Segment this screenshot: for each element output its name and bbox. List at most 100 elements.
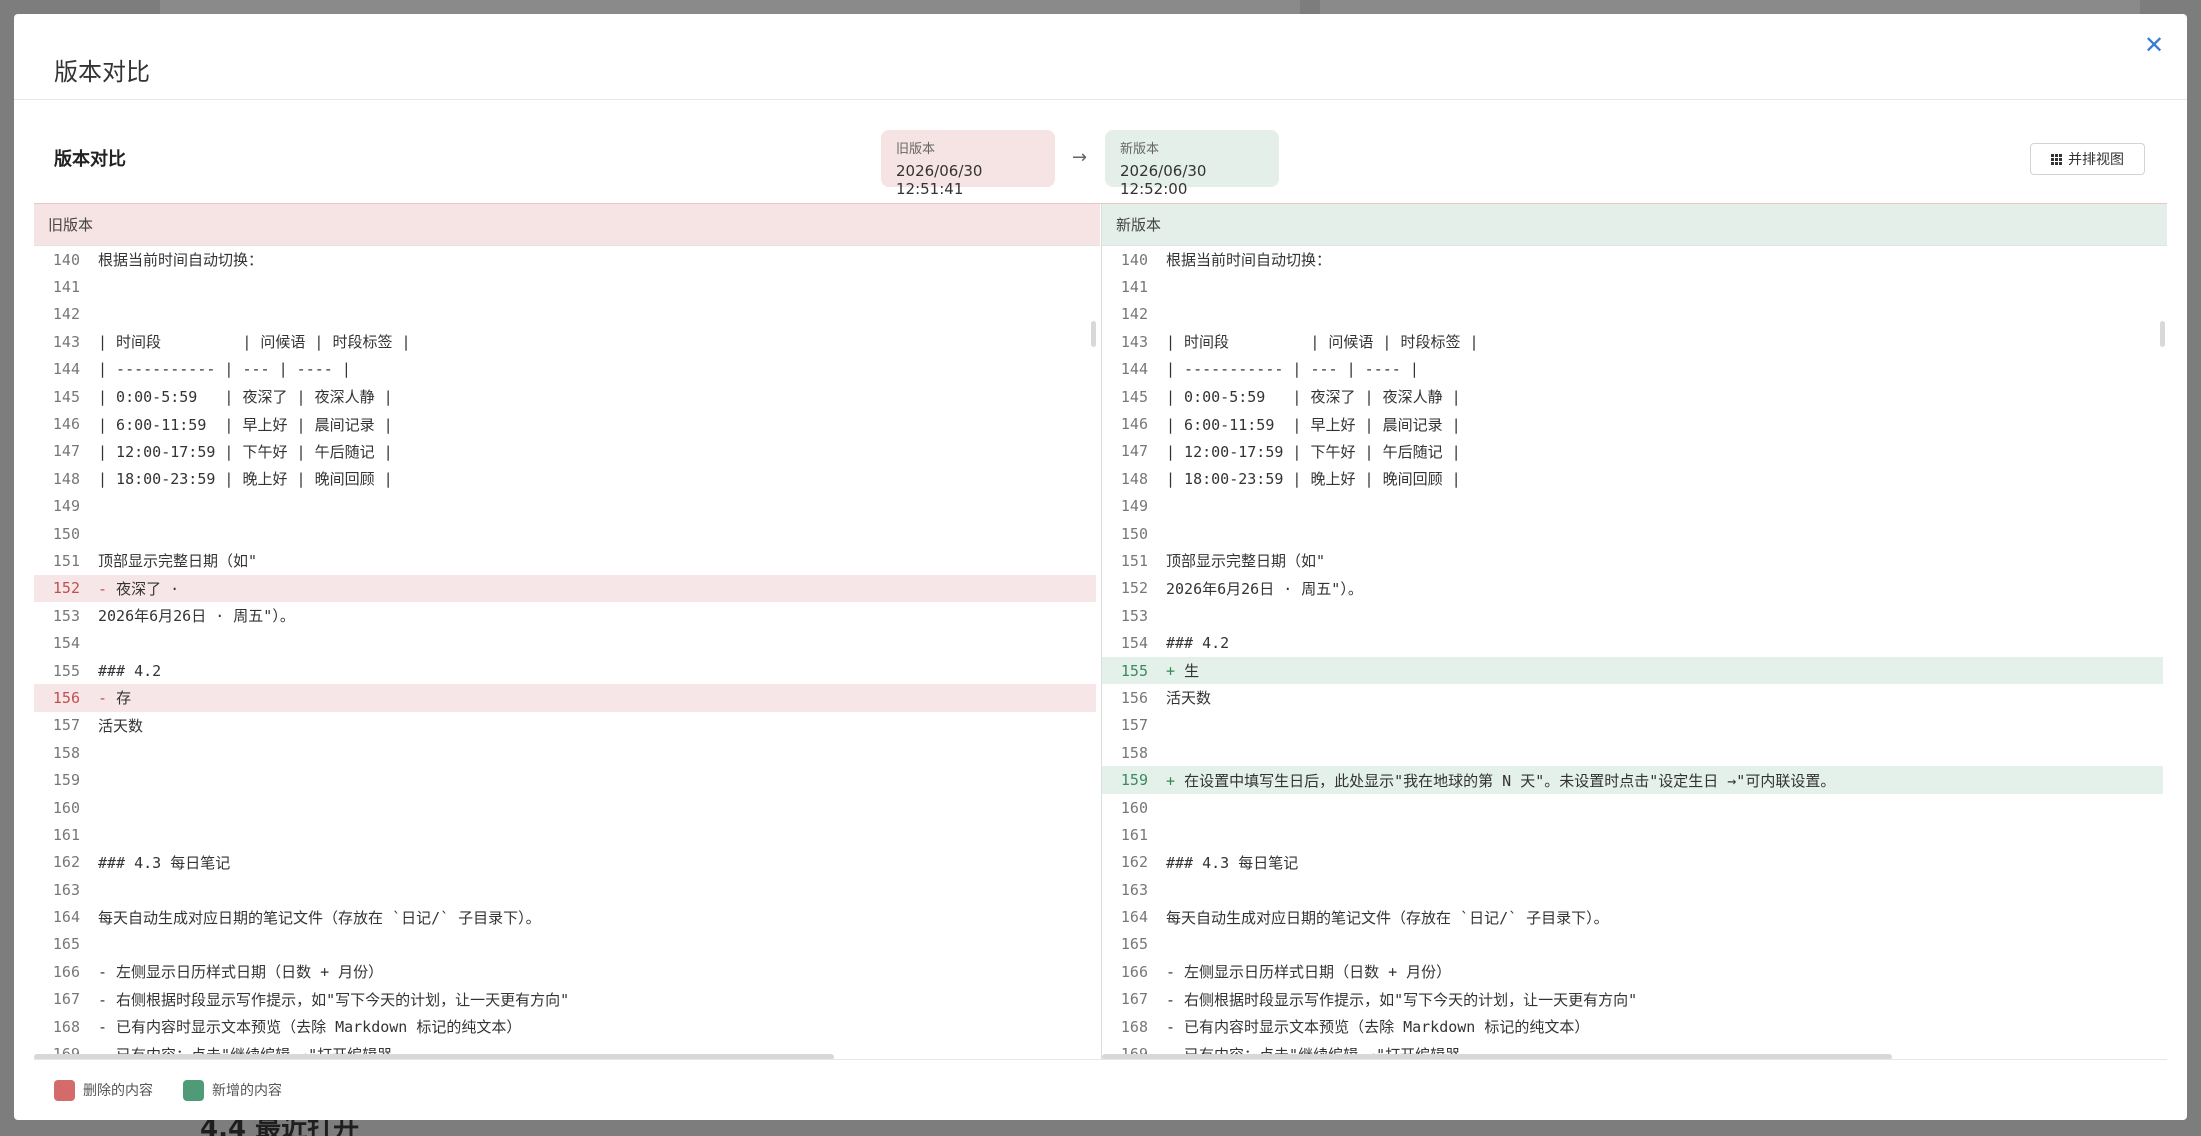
diff-line: 143 | 时间段 | 问候语 | 时段标签 | xyxy=(1102,328,2167,355)
old-pane-vertical-scrollbar[interactable] xyxy=(1091,321,1096,347)
deleted-swatch xyxy=(54,1079,75,1101)
line-number: 154 xyxy=(52,634,80,653)
toolbar-title: 版本对比 xyxy=(54,149,126,170)
line-number: 168 xyxy=(52,1017,80,1036)
legend-added: 新增的内容 xyxy=(183,1079,282,1101)
line-number: 151 xyxy=(1120,551,1148,570)
line-number: 149 xyxy=(1120,497,1148,516)
backdrop-bar xyxy=(1320,0,2140,14)
compare-toolbar: 版本对比 旧版本 2026/06/30 12:51:41 → 新版本 2026/… xyxy=(34,101,2167,202)
line-text: - 已有内容时显示文本预览（去除 Markdown 标记的纯文本） xyxy=(98,1018,522,1037)
new-pane-lines: 140 根据当前时间自动切换： 141 142 143 | 时间段 | 问候语 | 时段标… xyxy=(1102,246,2167,1060)
line-text: | 0:00-5:59 | 夜深了 | 夜深人静 | xyxy=(1166,388,1461,407)
line-number: 162 xyxy=(1120,853,1148,872)
minus-marker: - xyxy=(98,689,108,708)
new-version-card: 新版本 2026/06/30 12:52:00 xyxy=(1105,130,1279,198)
diff-line: 140 根据当前时间自动切换： xyxy=(34,246,1100,273)
line-number: 166 xyxy=(52,962,80,981)
side-by-side-view-button[interactable]: 并排视图 xyxy=(2030,143,2145,175)
line-text: | 18:00-23:59 | 晚上好 | 晚间回顾 | xyxy=(98,470,393,489)
old-version-card: 旧版本 2026/06/30 12:51:41 xyxy=(881,130,1055,198)
legend-added-label: 新增的内容 xyxy=(212,1083,282,1099)
line-text: - 已有内容时显示文本预览（去除 Markdown 标记的纯文本） xyxy=(1166,1018,1590,1037)
diff-line: 149 xyxy=(1102,493,2167,520)
diff-line: 145 | 0:00-5:59 | 夜深了 | 夜深人静 | xyxy=(1102,383,2167,410)
diff-line: 165 xyxy=(1102,931,2167,958)
diff-line: 144 | ----------- | --- | ---- | xyxy=(1102,356,2167,383)
line-text: ### 4.2 xyxy=(1166,634,1230,653)
diff-line: 162 ### 4.3 每日笔记 xyxy=(34,849,1100,876)
line-number: 160 xyxy=(52,798,80,817)
line-text: | 时间段 | 问候语 | 时段标签 | xyxy=(1166,333,1479,352)
line-text: | 0:00-5:59 | 夜深了 | 夜深人静 | xyxy=(98,388,393,407)
line-text: | 12:00-17:59 | 下午好 | 午后随记 | xyxy=(1166,442,1461,461)
line-number: 166 xyxy=(1120,962,1148,981)
line-number: 164 xyxy=(1120,908,1148,927)
line-number: 159 xyxy=(52,771,80,790)
diff-line: 150 xyxy=(34,520,1100,547)
diff-line: 164 每天自动生成对应日期的笔记文件（存放在 `日记/` 子目录下）。 xyxy=(34,903,1100,930)
old-version-pane[interactable]: 旧版本 140 根据当前时间自动切换： 141 142 143 | 时间段 | 问候语 |… xyxy=(34,204,1100,1060)
line-text: 夜深了 · xyxy=(116,579,180,598)
diff-line: 164 每天自动生成对应日期的笔记文件（存放在 `日记/` 子目录下）。 xyxy=(1102,903,2167,930)
diff-line: 151 顶部显示完整日期（如" xyxy=(1102,547,2167,574)
diff-line: 163 xyxy=(1102,876,2167,903)
line-number: 161 xyxy=(52,825,80,844)
line-text: 存 xyxy=(116,689,132,708)
line-number: 159 xyxy=(1120,771,1148,790)
grid-icon xyxy=(2051,153,2062,165)
minus-marker: - xyxy=(98,579,108,598)
line-text: ### 4.3 每日笔记 xyxy=(98,853,231,872)
diff-line: 140 根据当前时间自动切换： xyxy=(1102,246,2167,273)
line-text: 根据当前时间自动切换： xyxy=(98,251,264,270)
diff-line: 143 | 时间段 | 问候语 | 时段标签 | xyxy=(34,328,1100,355)
new-pane-header: 新版本 xyxy=(1102,204,2167,246)
line-text: | 6:00-11:59 | 早上好 | 晨间记录 | xyxy=(1166,415,1461,434)
diff-line: 166 - 左侧显示日历样式日期（日数 + 月份） xyxy=(34,958,1100,985)
line-number: 143 xyxy=(52,332,80,351)
line-text: 在设置中填写生日后，此处显示"我在地球的第 N 天"。未设置时点击"设定生日 →… xyxy=(1184,771,1836,790)
close-icon[interactable]: ✕ xyxy=(2139,30,2169,60)
diff-line: 145 | 0:00-5:59 | 夜深了 | 夜深人静 | xyxy=(34,383,1100,410)
diff-line: 150 xyxy=(1102,520,2167,547)
version-compare-modal: 版本对比 ✕ 版本对比 旧版本 2026/06/30 12:51:41 → 新版… xyxy=(14,14,2187,1120)
line-number: 142 xyxy=(1120,305,1148,324)
modal-header: 版本对比 ✕ xyxy=(14,14,2187,100)
diff-line: 144 | ----------- | --- | ---- | xyxy=(34,356,1100,383)
diff-line: 153 xyxy=(1102,602,2167,629)
line-text: 每天自动生成对应日期的笔记文件（存放在 `日记/` 子目录下）。 xyxy=(1166,908,1609,927)
diff-line: 161 xyxy=(34,821,1100,848)
line-number: 147 xyxy=(1120,442,1148,461)
added-line: 159 + 在设置中填写生日后，此处显示"我在地球的第 N 天"。未设置时点击"设… xyxy=(1102,766,2163,794)
line-number: 163 xyxy=(52,880,80,899)
new-pane-vertical-scrollbar[interactable] xyxy=(2160,321,2165,347)
line-text: | 时间段 | 问候语 | 时段标签 | xyxy=(98,333,411,352)
line-text: | 12:00-17:59 | 下午好 | 午后随记 | xyxy=(98,442,393,461)
line-number: 167 xyxy=(1120,990,1148,1009)
line-number: 154 xyxy=(1120,634,1148,653)
line-number: 150 xyxy=(52,524,80,543)
line-text: | ----------- | --- | ---- | xyxy=(98,360,351,379)
line-text: ### 4.2 xyxy=(98,661,162,680)
diff-line: 167 - 右侧根据时段显示写作提示，如"写下今天的计划，让一天更有方向" xyxy=(34,986,1100,1013)
line-number: 146 xyxy=(52,415,80,434)
diff-line: 142 xyxy=(34,301,1100,328)
line-number: 149 xyxy=(52,497,80,516)
line-text: 顶部显示完整日期（如" xyxy=(98,552,258,571)
old-pane-lines: 140 根据当前时间自动切换： 141 142 143 | 时间段 | 问候语 | 时段标… xyxy=(34,246,1100,1060)
new-version-pane[interactable]: 新版本 140 根据当前时间自动切换： 141 142 143 | 时间段 | 问候语 |… xyxy=(1101,204,2167,1060)
added-line: 155 + 生 xyxy=(1102,656,2163,685)
line-text: - 左侧显示日历样式日期（日数 + 月份） xyxy=(1166,963,1452,982)
line-number: 156 xyxy=(1120,688,1148,707)
new-version-label: 新版本 xyxy=(1120,142,1160,157)
line-number: 163 xyxy=(1120,880,1148,899)
diff-line: 146 | 6:00-11:59 | 早上好 | 晨间记录 | xyxy=(1102,410,2167,437)
old-pane-header: 旧版本 xyxy=(34,204,1100,246)
diff-line: 162 ### 4.3 每日笔记 xyxy=(1102,849,2167,876)
diff-line: 155 ### 4.2 xyxy=(34,657,1100,684)
line-number: 160 xyxy=(1120,798,1148,817)
deleted-line: 152- 夜深了 · xyxy=(34,574,1096,603)
line-number: 167 xyxy=(52,990,80,1009)
line-text: | 18:00-23:59 | 晚上好 | 晚间回顾 | xyxy=(1166,470,1461,489)
line-text: 每天自动生成对应日期的笔记文件（存放在 `日记/` 子目录下）。 xyxy=(98,908,541,927)
